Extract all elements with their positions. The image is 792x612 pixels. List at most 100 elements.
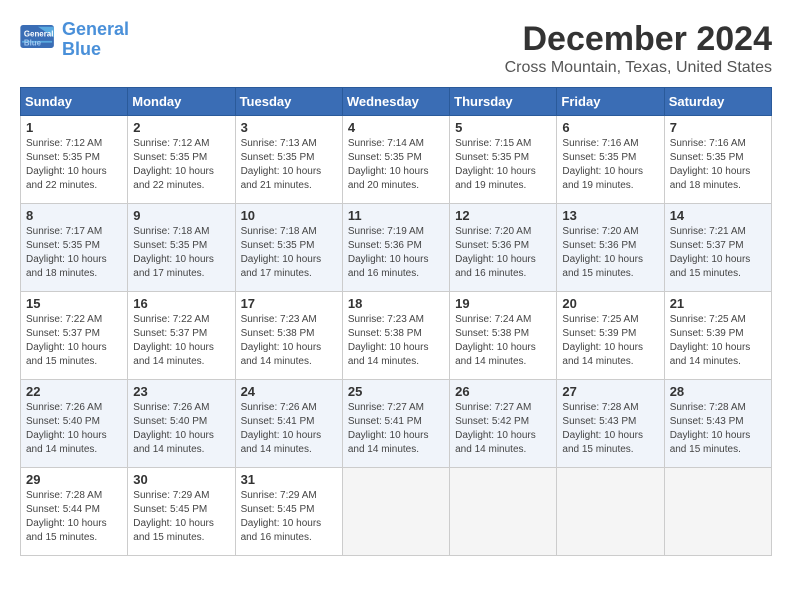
day-number: 8 (26, 208, 122, 223)
calendar-day-cell: 11 Sunrise: 7:19 AMSunset: 5:36 PMDaylig… (342, 204, 449, 292)
day-info: Sunrise: 7:19 AMSunset: 5:36 PMDaylight:… (348, 226, 429, 279)
calendar-day-cell: 15 Sunrise: 7:22 AMSunset: 5:37 PMDaylig… (21, 292, 128, 380)
calendar-day-cell: 5 Sunrise: 7:15 AMSunset: 5:35 PMDayligh… (450, 116, 557, 204)
title-block: December 2024 Cross Mountain, Texas, Uni… (505, 20, 772, 77)
calendar-day-cell: 3 Sunrise: 7:13 AMSunset: 5:35 PMDayligh… (235, 116, 342, 204)
day-number: 17 (241, 296, 337, 311)
day-info: Sunrise: 7:16 AMSunset: 5:35 PMDaylight:… (670, 138, 751, 191)
day-number: 9 (133, 208, 229, 223)
calendar-day-cell: 22 Sunrise: 7:26 AMSunset: 5:40 PMDaylig… (21, 380, 128, 468)
day-info: Sunrise: 7:22 AMSunset: 5:37 PMDaylight:… (133, 314, 214, 367)
day-number: 30 (133, 472, 229, 487)
calendar-week-row: 29 Sunrise: 7:28 AMSunset: 5:44 PMDaylig… (21, 468, 772, 556)
calendar-day-cell: 26 Sunrise: 7:27 AMSunset: 5:42 PMDaylig… (450, 380, 557, 468)
header-saturday: Saturday (664, 88, 771, 116)
page-header: General Blue General Blue December 2024 … (20, 20, 772, 77)
day-number: 24 (241, 384, 337, 399)
calendar-table: SundayMondayTuesdayWednesdayThursdayFrid… (20, 87, 772, 556)
svg-text:Blue: Blue (24, 38, 42, 47)
day-info: Sunrise: 7:14 AMSunset: 5:35 PMDaylight:… (348, 138, 429, 191)
day-info: Sunrise: 7:20 AMSunset: 5:36 PMDaylight:… (455, 226, 536, 279)
calendar-day-cell: 30 Sunrise: 7:29 AMSunset: 5:45 PMDaylig… (128, 468, 235, 556)
location-title: Cross Mountain, Texas, United States (505, 59, 772, 77)
day-info: Sunrise: 7:18 AMSunset: 5:35 PMDaylight:… (133, 226, 214, 279)
day-number: 27 (562, 384, 658, 399)
day-number: 10 (241, 208, 337, 223)
day-number: 2 (133, 120, 229, 135)
svg-text:General: General (24, 29, 54, 38)
calendar-day-cell (664, 468, 771, 556)
calendar-week-row: 1 Sunrise: 7:12 AMSunset: 5:35 PMDayligh… (21, 116, 772, 204)
header-tuesday: Tuesday (235, 88, 342, 116)
day-info: Sunrise: 7:29 AMSunset: 5:45 PMDaylight:… (133, 490, 214, 543)
day-number: 6 (562, 120, 658, 135)
day-info: Sunrise: 7:15 AMSunset: 5:35 PMDaylight:… (455, 138, 536, 191)
day-info: Sunrise: 7:29 AMSunset: 5:45 PMDaylight:… (241, 490, 322, 543)
logo-text: General Blue (62, 20, 129, 60)
calendar-day-cell: 2 Sunrise: 7:12 AMSunset: 5:35 PMDayligh… (128, 116, 235, 204)
day-number: 1 (26, 120, 122, 135)
calendar-day-cell: 31 Sunrise: 7:29 AMSunset: 5:45 PMDaylig… (235, 468, 342, 556)
calendar-day-cell: 18 Sunrise: 7:23 AMSunset: 5:38 PMDaylig… (342, 292, 449, 380)
day-number: 13 (562, 208, 658, 223)
day-info: Sunrise: 7:25 AMSunset: 5:39 PMDaylight:… (562, 314, 643, 367)
day-number: 3 (241, 120, 337, 135)
day-info: Sunrise: 7:12 AMSunset: 5:35 PMDaylight:… (26, 138, 107, 191)
day-info: Sunrise: 7:25 AMSunset: 5:39 PMDaylight:… (670, 314, 751, 367)
day-info: Sunrise: 7:21 AMSunset: 5:37 PMDaylight:… (670, 226, 751, 279)
day-number: 12 (455, 208, 551, 223)
day-info: Sunrise: 7:28 AMSunset: 5:43 PMDaylight:… (670, 402, 751, 455)
day-number: 4 (348, 120, 444, 135)
calendar-day-cell: 8 Sunrise: 7:17 AMSunset: 5:35 PMDayligh… (21, 204, 128, 292)
calendar-day-cell: 13 Sunrise: 7:20 AMSunset: 5:36 PMDaylig… (557, 204, 664, 292)
logo-icon: General Blue (20, 25, 56, 55)
day-number: 23 (133, 384, 229, 399)
header-friday: Friday (557, 88, 664, 116)
day-info: Sunrise: 7:26 AMSunset: 5:40 PMDaylight:… (133, 402, 214, 455)
day-number: 25 (348, 384, 444, 399)
calendar-day-cell: 12 Sunrise: 7:20 AMSunset: 5:36 PMDaylig… (450, 204, 557, 292)
day-info: Sunrise: 7:28 AMSunset: 5:44 PMDaylight:… (26, 490, 107, 543)
calendar-day-cell (450, 468, 557, 556)
day-number: 15 (26, 296, 122, 311)
calendar-day-cell: 23 Sunrise: 7:26 AMSunset: 5:40 PMDaylig… (128, 380, 235, 468)
calendar-day-cell: 7 Sunrise: 7:16 AMSunset: 5:35 PMDayligh… (664, 116, 771, 204)
calendar-week-row: 22 Sunrise: 7:26 AMSunset: 5:40 PMDaylig… (21, 380, 772, 468)
day-number: 31 (241, 472, 337, 487)
calendar-day-cell: 25 Sunrise: 7:27 AMSunset: 5:41 PMDaylig… (342, 380, 449, 468)
day-number: 18 (348, 296, 444, 311)
day-info: Sunrise: 7:16 AMSunset: 5:35 PMDaylight:… (562, 138, 643, 191)
calendar-day-cell (557, 468, 664, 556)
header-sunday: Sunday (21, 88, 128, 116)
header-wednesday: Wednesday (342, 88, 449, 116)
day-number: 22 (26, 384, 122, 399)
month-title: December 2024 (505, 20, 772, 59)
day-info: Sunrise: 7:18 AMSunset: 5:35 PMDaylight:… (241, 226, 322, 279)
day-info: Sunrise: 7:23 AMSunset: 5:38 PMDaylight:… (348, 314, 429, 367)
calendar-day-cell: 21 Sunrise: 7:25 AMSunset: 5:39 PMDaylig… (664, 292, 771, 380)
logo: General Blue General Blue (20, 20, 129, 60)
calendar-day-cell: 19 Sunrise: 7:24 AMSunset: 5:38 PMDaylig… (450, 292, 557, 380)
calendar-day-cell: 27 Sunrise: 7:28 AMSunset: 5:43 PMDaylig… (557, 380, 664, 468)
day-number: 5 (455, 120, 551, 135)
day-number: 20 (562, 296, 658, 311)
day-info: Sunrise: 7:22 AMSunset: 5:37 PMDaylight:… (26, 314, 107, 367)
calendar-day-cell: 29 Sunrise: 7:28 AMSunset: 5:44 PMDaylig… (21, 468, 128, 556)
day-number: 11 (348, 208, 444, 223)
calendar-week-row: 15 Sunrise: 7:22 AMSunset: 5:37 PMDaylig… (21, 292, 772, 380)
header-monday: Monday (128, 88, 235, 116)
calendar-day-cell: 14 Sunrise: 7:21 AMSunset: 5:37 PMDaylig… (664, 204, 771, 292)
day-number: 14 (670, 208, 766, 223)
day-number: 19 (455, 296, 551, 311)
day-number: 28 (670, 384, 766, 399)
day-info: Sunrise: 7:26 AMSunset: 5:40 PMDaylight:… (26, 402, 107, 455)
day-info: Sunrise: 7:27 AMSunset: 5:41 PMDaylight:… (348, 402, 429, 455)
calendar-day-cell: 17 Sunrise: 7:23 AMSunset: 5:38 PMDaylig… (235, 292, 342, 380)
calendar-header-row: SundayMondayTuesdayWednesdayThursdayFrid… (21, 88, 772, 116)
day-info: Sunrise: 7:27 AMSunset: 5:42 PMDaylight:… (455, 402, 536, 455)
calendar-day-cell: 28 Sunrise: 7:28 AMSunset: 5:43 PMDaylig… (664, 380, 771, 468)
calendar-week-row: 8 Sunrise: 7:17 AMSunset: 5:35 PMDayligh… (21, 204, 772, 292)
day-info: Sunrise: 7:26 AMSunset: 5:41 PMDaylight:… (241, 402, 322, 455)
day-number: 7 (670, 120, 766, 135)
header-thursday: Thursday (450, 88, 557, 116)
